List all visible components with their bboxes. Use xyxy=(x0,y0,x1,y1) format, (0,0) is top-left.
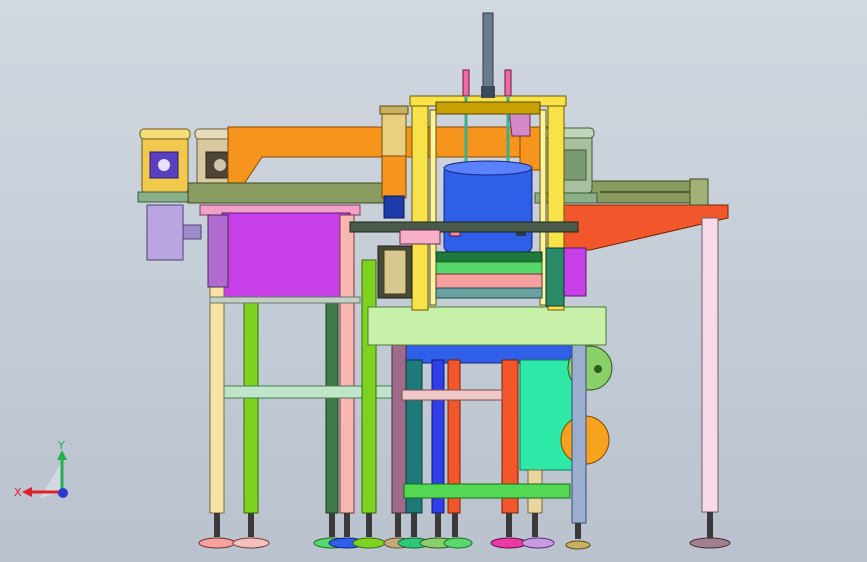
column-cap xyxy=(379,105,409,115)
tool-stack-base xyxy=(435,287,543,299)
magenta-enclosure xyxy=(221,212,351,298)
central-machine-head xyxy=(349,12,587,311)
foot-12 xyxy=(565,523,591,550)
foot-9 xyxy=(443,513,473,549)
blue-drum xyxy=(443,165,533,253)
left-bracket xyxy=(207,214,229,288)
tall-column-lower xyxy=(381,155,407,199)
left-leg-darkgreen xyxy=(325,296,339,514)
tan-motor-badge xyxy=(214,159,226,171)
carriage-plate xyxy=(435,101,541,115)
mid-rail xyxy=(401,389,503,401)
left-leg-pink xyxy=(339,214,355,514)
top-cylinder xyxy=(482,12,494,94)
right-side-bracket xyxy=(545,247,565,307)
gold-motor-badge xyxy=(158,159,170,171)
foot-11 xyxy=(521,513,555,549)
gearbox-shaft xyxy=(182,224,202,240)
foot-13 xyxy=(689,512,731,549)
tool-stack-green-top xyxy=(435,251,543,263)
guide-pin-right xyxy=(504,69,512,97)
tool-stack-pink xyxy=(435,273,543,289)
tool-stack-green-mid xyxy=(435,261,543,275)
lower-green-rail xyxy=(403,483,571,499)
coordinate-triad: X Y xyxy=(14,440,68,499)
foot-5 xyxy=(352,513,386,549)
left-motor-housing-face xyxy=(383,249,407,295)
left-upper-brace xyxy=(209,296,361,304)
yellow-frame-inner-left xyxy=(429,109,437,306)
cylinder-end-cap xyxy=(689,178,709,206)
foot-1 xyxy=(198,513,236,549)
x-axis-label: X xyxy=(14,486,22,499)
z-axis-dot xyxy=(58,488,68,498)
tall-column-base xyxy=(383,195,405,219)
stand-leg-7 xyxy=(571,344,587,524)
right-side-block xyxy=(563,247,587,297)
spindle-pink-collar xyxy=(399,229,441,245)
tall-column-upper xyxy=(381,111,407,157)
gearbox xyxy=(146,204,184,261)
stand-leg-8 xyxy=(361,259,377,514)
left-leg-green xyxy=(243,296,259,514)
top-cylinder-collar xyxy=(481,86,495,98)
x-axis-arrow xyxy=(22,487,32,497)
green-drive-belt xyxy=(187,182,389,204)
yellow-frame-left-post xyxy=(411,97,429,311)
lateral-spindle xyxy=(349,221,579,233)
pale-green-platform xyxy=(367,306,607,346)
foot-2 xyxy=(232,513,270,549)
centre-stand xyxy=(361,259,613,524)
leveling-feet xyxy=(198,512,731,550)
blue-drum-top xyxy=(443,160,533,176)
guide-pin-left xyxy=(462,69,470,97)
cad-viewport[interactable] xyxy=(0,0,867,562)
y-axis-label: Y xyxy=(57,440,65,452)
gold-motor-cap xyxy=(139,128,191,140)
upper-pulley-hub xyxy=(594,365,602,373)
right-leg-pink xyxy=(701,217,719,513)
left-brace xyxy=(223,385,405,399)
